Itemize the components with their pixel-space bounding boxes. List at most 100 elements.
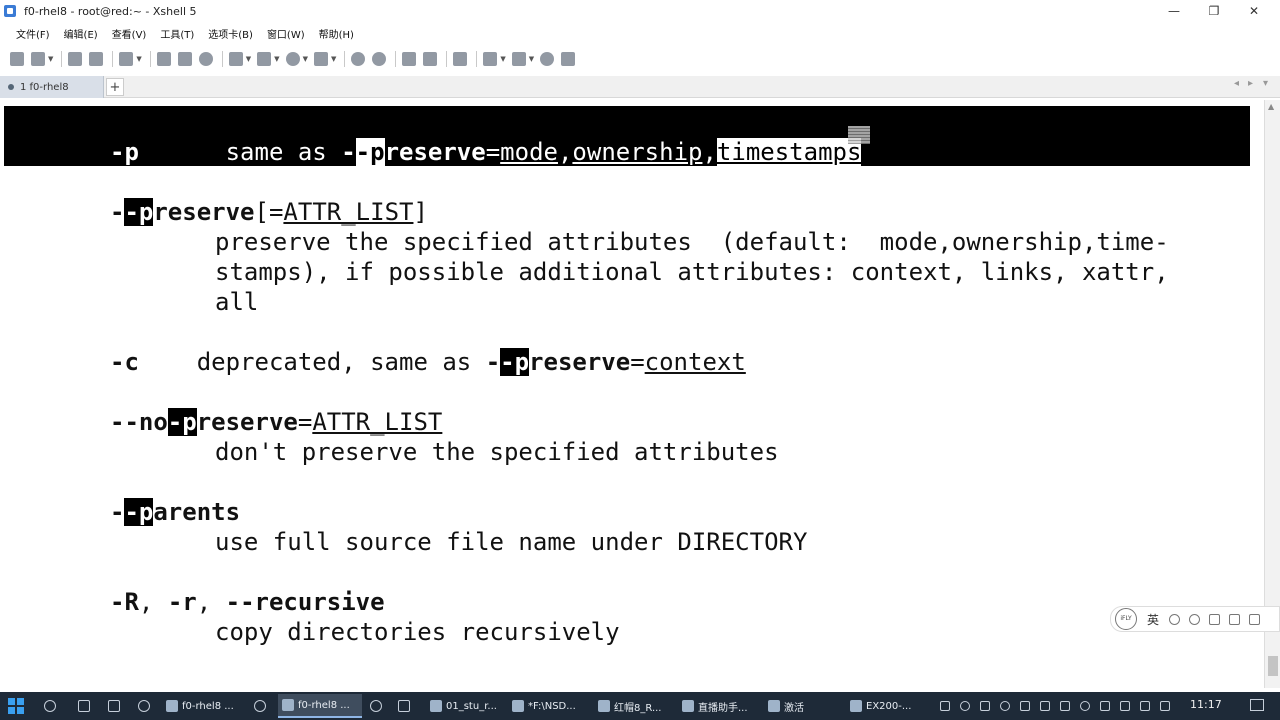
app-icon[interactable] xyxy=(78,700,90,712)
maximize-button[interactable]: ❐ xyxy=(1194,0,1234,22)
taskbar-item[interactable]: *F:\NSD... xyxy=(508,694,590,718)
tray-icon[interactable] xyxy=(1040,701,1050,711)
xftp-icon[interactable] xyxy=(351,52,366,66)
add-tab-button[interactable]: + xyxy=(106,78,124,96)
disconnect-icon[interactable] xyxy=(89,52,104,66)
taskbar-item[interactable]: f0-rhel8 ... xyxy=(162,694,246,718)
taskbar-item[interactable]: EX200-... xyxy=(846,694,926,718)
scroll-up-icon[interactable]: ▲ xyxy=(1268,102,1274,111)
ifly-logo-icon[interactable]: iFLY xyxy=(1115,608,1137,630)
keyboard-icon[interactable] xyxy=(1229,613,1241,625)
title-bar: f0-rhel8 - root@red:~ - Xshell 5 — ❐ ✕ xyxy=(0,0,1280,22)
dropdown-caret-icon[interactable]: ▼ xyxy=(246,55,251,63)
terminal-line-no-preserve: --no-preserve=ATTR_LIST xyxy=(110,408,443,436)
session-status-icon xyxy=(8,84,14,90)
menu-file[interactable]: 文件(F) xyxy=(16,26,50,41)
fullscreen-icon[interactable] xyxy=(402,52,417,66)
editor-icon[interactable] xyxy=(398,700,410,712)
tray-icon[interactable] xyxy=(1100,701,1110,711)
window-title: f0-rhel8 - root@red:~ - Xshell 5 xyxy=(24,4,197,18)
search-icon[interactable] xyxy=(138,700,150,712)
help-icon[interactable] xyxy=(540,52,555,66)
taskbar-item[interactable]: 01_stu_r... xyxy=(426,694,504,718)
menu-tabs[interactable]: 选项卡(B) xyxy=(208,26,253,41)
keyboard-icon[interactable] xyxy=(453,52,468,66)
ime-toolbar[interactable]: iFLY 英 xyxy=(1110,606,1280,632)
toolbar: ▼ ▼ ▼ ▼ ▼ ▼ ▼ ▼ xyxy=(0,46,1280,72)
dropdown-caret-icon[interactable]: ▼ xyxy=(331,55,336,63)
chat-icon[interactable] xyxy=(561,52,576,66)
terminal-scrollbar[interactable]: ▲ xyxy=(1264,100,1280,688)
app-icon[interactable] xyxy=(254,700,266,712)
toolbar-separator xyxy=(476,51,478,67)
microphone-icon[interactable] xyxy=(1209,613,1221,625)
notepad-icon xyxy=(512,700,524,712)
connect-icon[interactable] xyxy=(68,52,83,66)
dropdown-caret-icon[interactable]: ▼ xyxy=(274,55,279,63)
menu-help[interactable]: 帮助(H) xyxy=(319,26,354,41)
menu-tools[interactable]: 工具(T) xyxy=(160,26,194,41)
ime-language-toggle[interactable]: 英 xyxy=(1147,611,1159,628)
dropdown-caret-icon[interactable]: ▼ xyxy=(48,55,53,63)
browser-icon[interactable] xyxy=(370,700,382,712)
terminal-line: use full source file name under DIRECTOR… xyxy=(215,528,808,556)
taskbar-item[interactable]: 直播助手... xyxy=(678,694,758,718)
tray-icon[interactable] xyxy=(1000,701,1010,711)
windows-start-icon[interactable] xyxy=(8,698,24,714)
tray-icon[interactable] xyxy=(940,701,950,711)
close-button[interactable]: ✕ xyxy=(1234,0,1274,22)
lock-icon[interactable] xyxy=(423,52,438,66)
find-icon[interactable] xyxy=(198,52,213,66)
dropdown-caret-icon[interactable]: ▼ xyxy=(500,55,505,63)
transfer-icon[interactable] xyxy=(257,52,272,66)
copy-icon[interactable] xyxy=(156,52,171,66)
menu-view[interactable]: 查看(V) xyxy=(112,26,147,41)
new-tab-icon[interactable] xyxy=(483,52,498,66)
minimize-button[interactable]: — xyxy=(1154,0,1194,22)
app-icon[interactable] xyxy=(108,700,120,712)
tab-prev-icon[interactable]: ◂ xyxy=(1234,78,1239,89)
grid-icon[interactable] xyxy=(1249,613,1261,625)
print-icon[interactable] xyxy=(228,52,243,66)
new-session-icon[interactable] xyxy=(10,52,24,66)
cursor-marker xyxy=(848,126,870,144)
tray-icon[interactable] xyxy=(1080,701,1090,711)
menu-edit[interactable]: 编辑(E) xyxy=(64,26,98,41)
volume-icon[interactable] xyxy=(1160,701,1170,711)
toolbar-separator xyxy=(344,51,346,67)
globe-icon[interactable] xyxy=(285,52,300,66)
terminal-area[interactable]: -p same as --preserve=mode,ownership,tim… xyxy=(0,100,1262,688)
open-folder-icon[interactable] xyxy=(31,52,45,66)
highlight-icon[interactable] xyxy=(313,52,328,66)
paste-icon[interactable] xyxy=(177,52,192,66)
network-icon[interactable] xyxy=(1120,701,1130,711)
microphone-icon[interactable] xyxy=(980,701,990,711)
toolbar-separator xyxy=(112,51,114,67)
dropdown-caret-icon[interactable]: ▼ xyxy=(303,55,308,63)
tunnel-icon[interactable] xyxy=(372,52,387,66)
taskbar-item-active[interactable]: f0-rhel8 ... xyxy=(278,694,362,718)
scroll-thumb[interactable] xyxy=(1268,656,1278,676)
xshell-app-icon xyxy=(4,5,16,17)
tab-next-icon[interactable]: ▸ xyxy=(1248,78,1253,89)
menu-window[interactable]: 窗口(W) xyxy=(267,26,305,41)
document-icon xyxy=(430,700,442,712)
properties-icon[interactable] xyxy=(119,52,134,66)
punctuation-icon[interactable] xyxy=(1189,613,1201,625)
layout-icon[interactable] xyxy=(511,52,526,66)
moon-icon[interactable] xyxy=(1169,613,1181,625)
taskbar-item[interactable]: 红帽8_R... xyxy=(594,694,670,718)
dropdown-caret-icon[interactable]: ▼ xyxy=(136,55,141,63)
session-tab-bar: 1 f0-rhel8 + ◂ ▸ ▾ xyxy=(0,76,1280,98)
ime-tray-icon[interactable] xyxy=(1140,701,1150,711)
tray-icon[interactable] xyxy=(1020,701,1030,711)
session-tab[interactable]: 1 f0-rhel8 xyxy=(0,76,104,98)
tab-list-icon[interactable]: ▾ xyxy=(1263,78,1268,89)
tray-icon[interactable] xyxy=(960,701,970,711)
dropdown-caret-icon[interactable]: ▼ xyxy=(529,55,534,63)
notification-icon[interactable] xyxy=(1250,699,1264,711)
taskbar-item[interactable]: 激活 xyxy=(764,694,834,718)
tray-icon[interactable] xyxy=(1060,701,1070,711)
taskbar-clock[interactable]: 11:17 xyxy=(1190,698,1222,711)
refresh-icon[interactable] xyxy=(44,700,56,712)
